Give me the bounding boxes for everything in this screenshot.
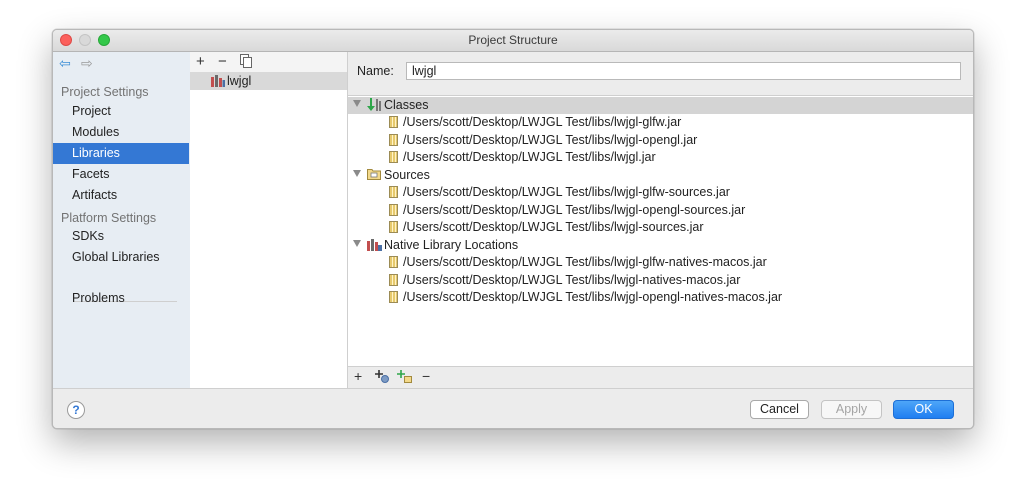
window-title: Project Structure [468, 33, 558, 47]
jar-path: /Users/scott/Desktop/LWJGL Test/libs/lwj… [403, 203, 746, 217]
classes-icon [367, 98, 382, 115]
jar-icon [389, 221, 398, 233]
name-label: Name: [357, 64, 394, 78]
apply-button[interactable]: Apply [821, 400, 882, 419]
library-icon [211, 75, 225, 90]
tree-entry[interactable]: /Users/scott/Desktop/LWJGL Test/libs/lwj… [348, 219, 973, 236]
jar-icon [389, 256, 398, 268]
jar-icon [389, 274, 398, 286]
jar-icon [389, 116, 398, 128]
category-label: Sources [384, 168, 430, 182]
category-label: Native Library Locations [384, 238, 519, 252]
help-icon[interactable]: ? [67, 401, 85, 419]
tree-entry[interactable]: /Users/scott/Desktop/LWJGL Test/libs/lwj… [348, 254, 973, 271]
library-row-lwjgl[interactable]: lwjgl [190, 72, 347, 90]
tree-entry[interactable]: /Users/scott/Desktop/LWJGL Test/libs/lwj… [348, 289, 973, 306]
jar-path: /Users/scott/Desktop/LWJGL Test/libs/lwj… [403, 255, 767, 269]
category-label: Classes [384, 98, 429, 112]
library-list-panel: + − lwjgl [190, 52, 348, 388]
nav-item-problems[interactable]: Problems [53, 288, 189, 309]
jar-path: /Users/scott/Desktop/LWJGL Test/libs/lwj… [403, 150, 656, 164]
native-library-icon [367, 238, 382, 254]
jar-icon [389, 186, 398, 198]
tree-entry[interactable]: /Users/scott/Desktop/LWJGL Test/libs/lwj… [348, 272, 973, 289]
nav-item-sdks[interactable]: SDKs [53, 226, 189, 247]
jar-path: /Users/scott/Desktop/LWJGL Test/libs/lwj… [403, 273, 741, 287]
library-details-panel: Name: Classes /Users/scott/Desktop/LWJGL… [348, 52, 973, 388]
remove-library-icon[interactable]: − [218, 54, 227, 70]
attach-jar-directory-icon[interactable] [397, 369, 412, 386]
ok-button[interactable]: OK [893, 400, 954, 419]
tree-entry[interactable]: /Users/scott/Desktop/LWJGL Test/libs/lwj… [348, 202, 973, 219]
copy-library-icon[interactable] [240, 54, 252, 72]
jar-icon [389, 204, 398, 216]
attach-classes-icon[interactable] [375, 369, 389, 386]
jar-icon [389, 134, 398, 146]
library-name-input[interactable] [406, 62, 961, 80]
library-roots-tree: Classes /Users/scott/Desktop/LWJGL Test/… [348, 95, 973, 367]
add-root-icon[interactable]: + [354, 369, 362, 384]
library-name: lwjgl [227, 74, 252, 88]
jar-path: /Users/scott/Desktop/LWJGL Test/libs/lwj… [403, 220, 704, 234]
roots-toolbar: + − [348, 367, 973, 387]
tree-category-native-library-locations[interactable]: Native Library Locations [348, 237, 973, 254]
jar-path: /Users/scott/Desktop/LWJGL Test/libs/lwj… [403, 133, 698, 147]
dialog-footer: ? Cancel Apply OK [53, 388, 973, 428]
nav-item-artifacts[interactable]: Artifacts [53, 185, 189, 206]
tree-entry[interactable]: /Users/scott/Desktop/LWJGL Test/libs/lwj… [348, 184, 973, 201]
settings-nav: ⇦ ⇨ Project Settings Project Modules Lib… [53, 52, 191, 388]
project-structure-dialog: Project Structure ⇦ ⇨ Project Settings P… [52, 29, 974, 429]
nav-item-global-libraries[interactable]: Global Libraries [53, 247, 189, 268]
expand-arrow-icon[interactable] [353, 100, 361, 107]
tree-entry[interactable]: /Users/scott/Desktop/LWJGL Test/libs/lwj… [348, 149, 973, 166]
nav-item-modules[interactable]: Modules [53, 122, 189, 143]
jar-path: /Users/scott/Desktop/LWJGL Test/libs/lwj… [403, 115, 682, 129]
project-settings-header: Project Settings [61, 85, 149, 99]
nav-item-facets[interactable]: Facets [53, 164, 189, 185]
tree-category-classes[interactable]: Classes [348, 97, 973, 114]
tree-entry[interactable]: /Users/scott/Desktop/LWJGL Test/libs/lwj… [348, 132, 973, 149]
tree-category-sources[interactable]: Sources [348, 167, 973, 184]
platform-settings-header: Platform Settings [61, 211, 157, 225]
jar-icon [389, 151, 398, 163]
library-list-toolbar: + − [190, 52, 347, 74]
title-bar[interactable]: Project Structure [53, 30, 973, 52]
jar-path: /Users/scott/Desktop/LWJGL Test/libs/lwj… [403, 185, 730, 199]
tree-entry[interactable]: /Users/scott/Desktop/LWJGL Test/libs/lwj… [348, 114, 973, 131]
add-library-icon[interactable]: + [196, 54, 205, 70]
expand-arrow-icon[interactable] [353, 170, 361, 177]
forward-arrow-icon[interactable]: ⇨ [81, 56, 93, 70]
back-arrow-icon[interactable]: ⇦ [59, 56, 71, 70]
remove-root-icon[interactable]: − [422, 369, 430, 384]
nav-item-project[interactable]: Project [53, 101, 189, 122]
sources-folder-icon [367, 168, 381, 183]
jar-path: /Users/scott/Desktop/LWJGL Test/libs/lwj… [403, 290, 783, 304]
cancel-button[interactable]: Cancel [750, 400, 809, 419]
expand-arrow-icon[interactable] [353, 240, 361, 247]
jar-icon [389, 291, 398, 303]
nav-item-libraries[interactable]: Libraries [53, 143, 189, 164]
